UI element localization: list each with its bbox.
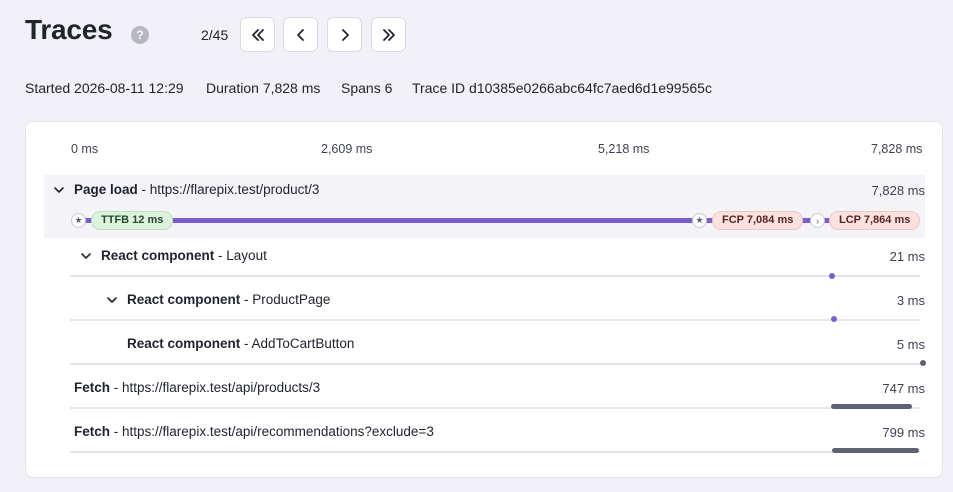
chevron-down-icon[interactable] xyxy=(106,294,118,306)
span-duration: 7,828 ms xyxy=(871,183,925,198)
meta-started-label: Started xyxy=(25,80,71,96)
span-duration: 747 ms xyxy=(882,381,925,396)
span-name: - AddToCartButton xyxy=(244,336,355,351)
span-kind: Fetch xyxy=(74,424,111,439)
span-bar xyxy=(920,360,926,366)
span-row-layout[interactable]: React component - Layout xyxy=(101,248,267,263)
span-bar xyxy=(831,316,837,322)
first-page-icon xyxy=(251,28,264,41)
span-row-fetch-products[interactable]: Fetch - https://flarepix.test/api/produc… xyxy=(74,380,320,395)
span-track xyxy=(70,363,920,365)
previous-icon xyxy=(296,28,304,41)
meta-duration-value: 7,828 ms xyxy=(262,80,321,96)
meta-started-value: 2026-08-11 12:29 xyxy=(74,80,184,96)
star-icon: ★ xyxy=(71,213,86,228)
ttfb-marker[interactable]: TTFB 12 ms xyxy=(91,211,174,230)
span-kind: Fetch xyxy=(74,380,111,395)
span-kind: React component xyxy=(127,292,241,307)
timeline-tick: 7,828 ms xyxy=(871,142,923,156)
last-page-button[interactable] xyxy=(371,17,406,52)
span-track xyxy=(70,319,920,321)
meta-duration: Duration 7,828 ms xyxy=(206,80,320,96)
span-name: - https://flarepix.test/api/products/3 xyxy=(113,380,321,395)
span-track xyxy=(70,275,920,277)
chevron-down-icon[interactable] xyxy=(53,184,65,196)
timeline-tick: 2,609 ms xyxy=(321,142,373,156)
span-name: - https://flarepix.test/api/recommendati… xyxy=(113,424,434,439)
meta-spans: Spans 6 xyxy=(341,80,392,96)
meta-trace-value[interactable]: d10385e0266abc64fc7aed6d1e99565c xyxy=(469,80,712,96)
span-row-productpage[interactable]: React component - ProductPage xyxy=(127,292,330,307)
help-icon[interactable]: ? xyxy=(131,26,149,44)
meta-trace-id: Trace ID d10385e0266abc64fc7aed6d1e99565… xyxy=(412,80,712,96)
span-name: - Layout xyxy=(218,248,267,263)
span-duration: 21 ms xyxy=(889,249,925,264)
meta-started: Started 2026-08-11 12:29 xyxy=(25,80,184,96)
span-track xyxy=(70,451,920,453)
last-page-icon xyxy=(382,28,395,41)
timeline-tick: 0 ms xyxy=(71,142,99,156)
next-button[interactable] xyxy=(327,17,362,52)
chevron-down-icon[interactable] xyxy=(80,250,92,262)
first-page-button[interactable] xyxy=(240,17,275,52)
span-row-fetch-recommendations[interactable]: Fetch - https://flarepix.test/api/recomm… xyxy=(74,424,434,439)
pager-indicator: 2/45 xyxy=(201,27,229,43)
span-kind: Page load xyxy=(74,182,138,197)
star-icon: ★ xyxy=(692,213,707,228)
meta-spans-label: Spans xyxy=(341,80,381,96)
span-row-addtocartbutton[interactable]: React component - AddToCartButton xyxy=(127,336,354,351)
span-duration: 799 ms xyxy=(882,425,925,440)
fcp-marker[interactable]: FCP 7,084 ms xyxy=(712,211,804,230)
meta-spans-value: 6 xyxy=(384,80,393,96)
span-bar xyxy=(829,273,835,279)
span-name: - https://flarepix.test/product/3 xyxy=(141,182,320,197)
span-bar xyxy=(831,404,912,409)
meta-trace-label: Trace ID xyxy=(412,80,466,96)
page-title: Traces xyxy=(25,14,113,45)
previous-button[interactable] xyxy=(283,17,318,52)
chevron-right-icon: › xyxy=(810,213,825,228)
span-title: Page load - https://flarepix.test/produc… xyxy=(74,182,319,197)
span-bar xyxy=(832,448,919,453)
span-duration: 5 ms xyxy=(896,337,925,352)
span-name: - ProductPage xyxy=(244,292,331,307)
timeline-tick: 5,218 ms xyxy=(598,142,650,156)
lcp-marker[interactable]: LCP 7,864 ms xyxy=(829,211,921,230)
span-duration: 3 ms xyxy=(896,293,925,308)
span-track xyxy=(70,407,920,409)
meta-duration-label: Duration xyxy=(206,80,259,96)
span-kind: React component xyxy=(101,248,215,263)
next-icon xyxy=(341,28,349,41)
span-kind: React component xyxy=(127,336,241,351)
